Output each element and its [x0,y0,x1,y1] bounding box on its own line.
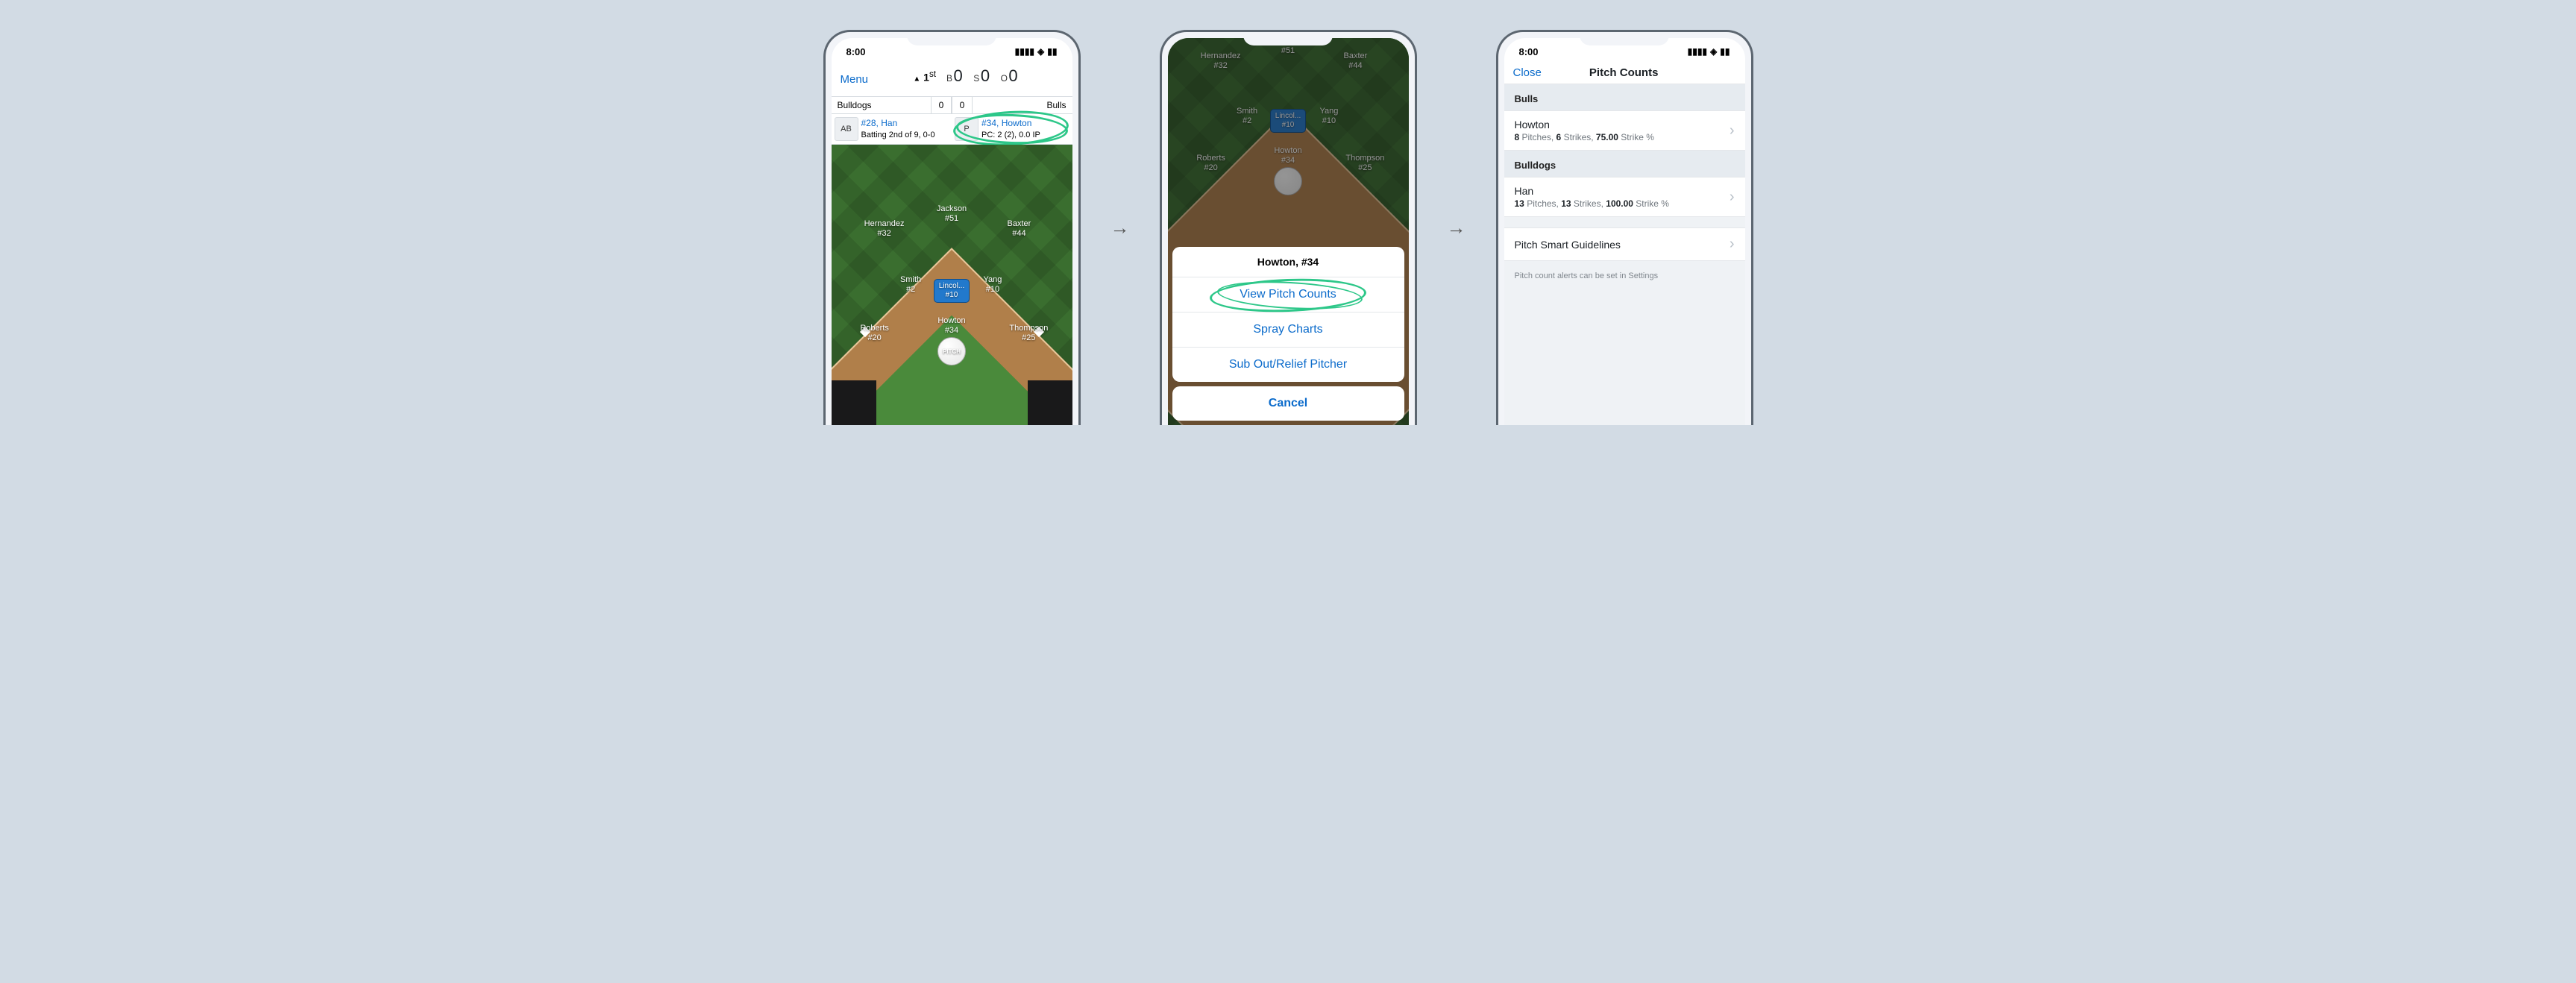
arrow-icon: → [1447,216,1466,239]
page-title: Pitch Counts [1542,66,1706,79]
batter-info[interactable]: #28, Han Batting 2nd of 9, 0-0 [861,116,935,142]
signal-icon: ▮▮▮▮ [1688,46,1707,57]
battery-icon: ▮▮ [1720,46,1730,57]
balls-count: B0 [946,66,963,86]
home-team-name[interactable]: Bulls [973,97,1072,113]
status-time: 8:00 [1519,46,1539,57]
status-icons: ▮▮▮▮ ◈ ▮▮ [1015,46,1058,57]
menu-button[interactable]: Menu [841,73,869,86]
pitch-smart-guidelines-row[interactable]: Pitch Smart Guidelines › [1504,227,1745,261]
sub-out-pitcher-button[interactable]: Sub Out/Relief Pitcher [1172,348,1404,382]
score-bar: Bulldogs 0 0 Bulls [832,96,1072,114]
of-center[interactable]: Jackson#51 [937,204,967,224]
away-score: 0 [931,97,952,113]
status-time: 8:00 [846,46,866,57]
section-header-bulls: Bulls [1504,84,1745,110]
pitcher-row-howton[interactable]: Howton 8 Pitches, 6 Strikes, 75.00 Strik… [1504,110,1745,151]
view-pitch-counts-button[interactable]: View Pitch Counts [1172,277,1404,313]
away-team-name[interactable]: Bulldogs [832,97,932,113]
home-score: 0 [952,97,973,113]
field-view[interactable]: Hernandez#32 Jackson#51 Baxter#44 Smith#… [832,145,1072,425]
pitcher-info[interactable]: #34, Howton PC: 2 (2), 0.0 IP [981,116,1040,142]
strikes-count: S0 [973,66,990,86]
chevron-right-icon: › [1730,122,1735,139]
footer-hint: Pitch count alerts can be set in Setting… [1504,261,1745,291]
section-header-bulldogs: Bulldogs [1504,151,1745,177]
runner-second[interactable]: Lincol...#10 [934,279,970,303]
outs-count: O0 [1001,66,1019,86]
batter-tag[interactable]: AB [835,117,858,141]
chevron-right-icon: › [1730,236,1735,253]
stats-text: 8 Pitches, 6 Strikes, 75.00 Strike % [1515,132,1654,142]
phone-screen-scoring: 8:00 ▮▮▮▮ ◈ ▮▮ Menu ▲ 1st B0 S0 O0 Bulld… [823,30,1081,425]
phone-screen-action-sheet: Hernandez#32 Jackson#51 Baxter#44 Smith#… [1160,30,1417,425]
status-icons: ▮▮▮▮ ◈ ▮▮ [1688,46,1730,57]
wifi-icon: ◈ [1710,46,1717,57]
pitch-button[interactable]: PITCH [937,337,966,365]
of-left[interactable]: Hernandez#32 [864,219,905,239]
spray-charts-button[interactable]: Spray Charts [1172,313,1404,348]
action-sheet: Howton, #34 View Pitch Counts Spray Char… [1172,247,1404,425]
cancel-button[interactable]: Cancel [1172,386,1404,421]
battery-icon: ▮▮ [1047,46,1057,57]
stats-text: 13 Pitches, 13 Strikes, 100.00 Strike % [1515,198,1669,209]
if-smith[interactable]: Smith#2 [900,275,921,295]
pitcher-on-field[interactable]: Howton#34 PITCH [937,316,966,365]
if-thompson[interactable]: Thompson#25 [1009,324,1048,343]
inning-indicator[interactable]: ▲ 1st [913,69,936,84]
pitcher-tag[interactable]: P [955,117,978,141]
phone-screen-pitch-counts: 8:00 ▮▮▮▮ ◈ ▮▮ Close Pitch Counts Bulls … [1496,30,1753,425]
wifi-icon: ◈ [1037,46,1044,57]
signal-icon: ▮▮▮▮ [1015,46,1034,57]
arrow-icon: → [1110,216,1130,239]
chevron-right-icon: › [1730,189,1735,206]
if-yang[interactable]: Yang#10 [983,275,1002,295]
pitcher-row-han[interactable]: Han 13 Pitches, 13 Strikes, 100.00 Strik… [1504,177,1745,217]
close-button[interactable]: Close [1513,66,1542,79]
if-roberts[interactable]: Roberts#20 [860,324,889,343]
sheet-title: Howton, #34 [1172,247,1404,277]
of-right[interactable]: Baxter#44 [1008,219,1031,239]
